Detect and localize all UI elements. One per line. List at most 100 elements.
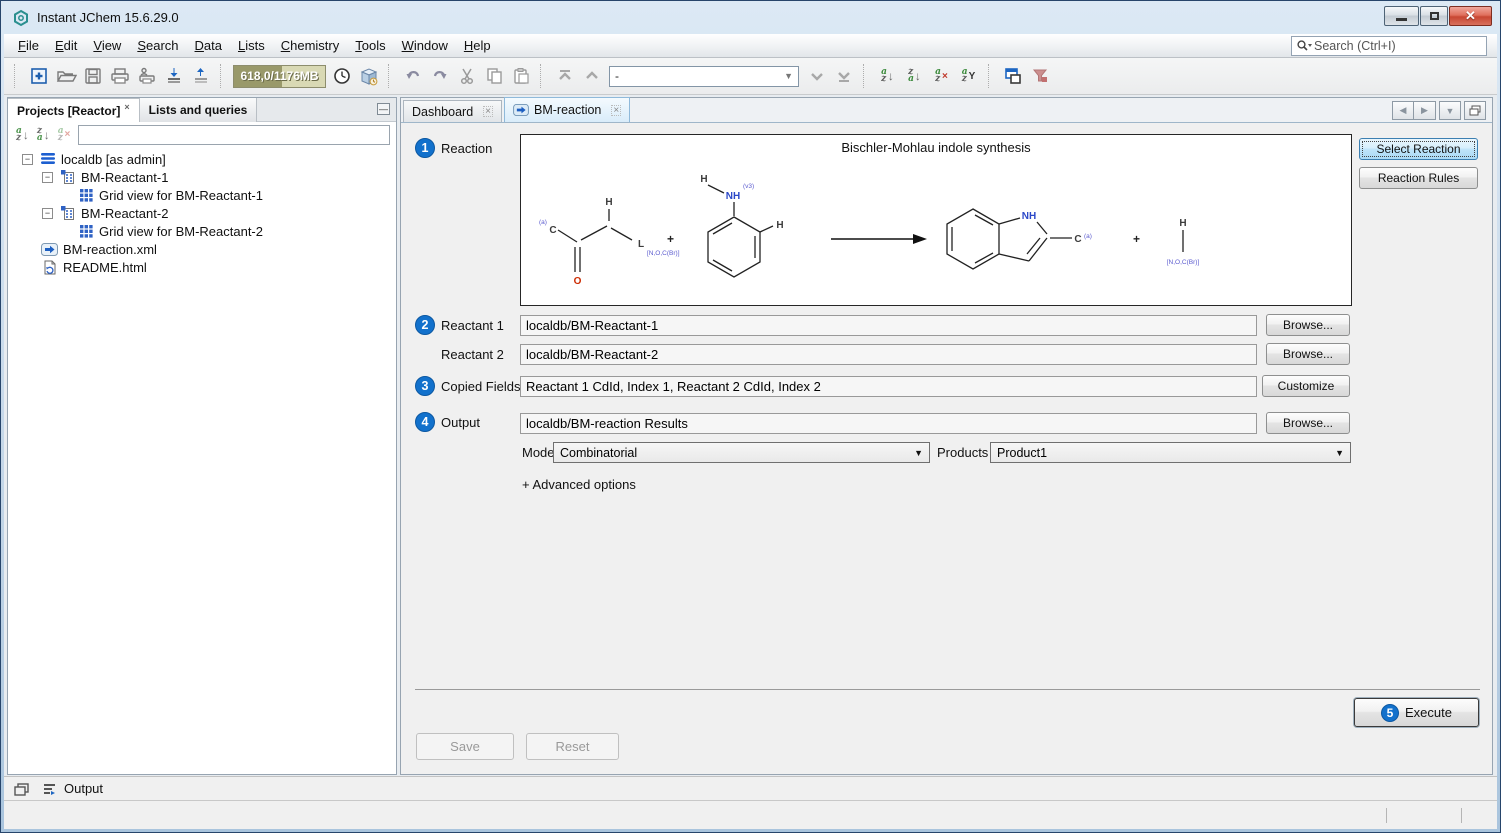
minimize-button[interactable] — [1384, 6, 1419, 26]
output-browse-button[interactable]: Browse... — [1266, 412, 1350, 434]
print-icon[interactable] — [106, 63, 133, 90]
search-input[interactable] — [1312, 38, 1482, 54]
reactant1-field[interactable] — [520, 315, 1257, 336]
close-tab-icon[interactable]: × — [611, 105, 621, 116]
reactant2-field[interactable] — [520, 344, 1257, 365]
menu-view[interactable]: View — [85, 35, 129, 56]
tab-bm-reaction[interactable]: BM-reaction × — [504, 97, 630, 122]
open-project-icon[interactable] — [52, 63, 79, 90]
custom-sort-icon[interactable]: azY — [955, 63, 982, 90]
tree-item-grid-view-1[interactable]: Grid view for BM-Reactant-1 — [8, 186, 396, 204]
products-label: Products — [937, 445, 988, 460]
output-window-tab[interactable]: Output — [64, 781, 103, 796]
memory-text: 618,0/1176MB — [234, 66, 325, 87]
clear-sort-icon[interactable]: az× — [928, 63, 955, 90]
close-button[interactable]: ✕ — [1449, 6, 1492, 26]
tree-item-readme-html[interactable]: README.html — [8, 258, 396, 276]
left-panel-tabs: Projects [Reactor] × Lists and queries — — [8, 98, 396, 122]
import-icon[interactable] — [160, 63, 187, 90]
tree-item-grid-view-2[interactable]: Grid view for BM-Reactant-2 — [8, 222, 396, 240]
scroll-tabs-right-icon[interactable]: ▶ — [1414, 101, 1436, 120]
record-selector[interactable]: - ▼ — [609, 66, 799, 87]
customize-button[interactable]: Customize — [1262, 375, 1350, 397]
clear-filter-icon[interactable] — [1026, 63, 1053, 90]
database-cube-icon[interactable] — [355, 63, 382, 90]
menu-data[interactable]: Data — [187, 35, 230, 56]
tree-item-bm-reactant-2[interactable]: − BM-Reactant-2 — [8, 204, 396, 222]
redo-icon[interactable] — [426, 63, 453, 90]
save-icon[interactable] — [79, 63, 106, 90]
svg-text:(a): (a) — [1084, 233, 1092, 240]
paste-icon[interactable] — [507, 63, 534, 90]
tree-item-bm-reactant-1[interactable]: − BM-Reactant-1 — [8, 168, 396, 186]
windows-icon[interactable] — [999, 63, 1026, 90]
collapse-icon[interactable]: − — [42, 172, 53, 183]
advanced-options-link[interactable]: + Advanced options — [522, 477, 636, 492]
cut-icon[interactable] — [453, 63, 480, 90]
execute-button[interactable]: 5 Execute — [1354, 698, 1479, 727]
menu-window[interactable]: Window — [394, 35, 456, 56]
tab-list-icon[interactable]: ▼ — [1439, 101, 1461, 120]
step-badge-4: 4 — [415, 412, 435, 432]
menu-edit[interactable]: Edit — [47, 35, 85, 56]
output-field[interactable] — [520, 413, 1257, 434]
reaction-scheme[interactable]: Bischler-Mohlau indole synthesis (a) C O… — [520, 134, 1352, 306]
reset-button[interactable]: Reset — [526, 733, 619, 760]
float-window-icon[interactable] — [14, 782, 30, 796]
tab-lists-and-queries[interactable]: Lists and queries — [140, 98, 258, 122]
export-icon[interactable] — [187, 63, 214, 90]
svg-text:L: L — [638, 239, 644, 250]
copied-fields-label: Copied Fields — [441, 379, 521, 394]
maximize-view-icon[interactable] — [1464, 101, 1486, 120]
sort-ascending-icon[interactable]: az↓ — [874, 63, 901, 90]
reactant1-browse-button[interactable]: Browse... — [1266, 314, 1350, 336]
close-tab-icon[interactable]: × — [483, 106, 493, 117]
minimize-panel-icon[interactable]: — — [377, 103, 390, 115]
sort-descending-icon[interactable]: za↓ — [901, 63, 928, 90]
memory-gauge[interactable]: 618,0/1176MB — [233, 65, 326, 88]
reaction-file-icon — [40, 242, 58, 256]
tree-item-localdb[interactable]: − localdb [as admin] — [8, 150, 396, 168]
tab-projects[interactable]: Projects [Reactor] × — [8, 98, 140, 122]
menu-chemistry[interactable]: Chemistry — [273, 35, 348, 56]
first-record-icon[interactable] — [551, 63, 578, 90]
scroll-tabs-left-icon[interactable]: ◀ — [1392, 101, 1414, 120]
sort-ascending-icon[interactable]: az↓ — [16, 128, 29, 142]
collapse-icon[interactable]: − — [22, 154, 33, 165]
previous-record-icon[interactable] — [578, 63, 605, 90]
svg-text:[N,O,C(Br)]: [N,O,C(Br)] — [1167, 259, 1200, 266]
menu-lists[interactable]: Lists — [230, 35, 273, 56]
menu-tools[interactable]: Tools — [347, 35, 393, 56]
app-frame: File Edit View Search Data Lists Chemist… — [4, 34, 1497, 829]
app-logo-icon — [12, 9, 30, 27]
products-combobox[interactable]: Product1 ▼ — [990, 442, 1351, 463]
select-reaction-button[interactable]: Select Reaction — [1359, 138, 1478, 160]
global-search[interactable] — [1291, 36, 1487, 56]
last-record-icon[interactable] — [830, 63, 857, 90]
output-window-icon[interactable] — [42, 782, 58, 796]
maximize-button[interactable] — [1420, 6, 1448, 26]
tab-dashboard[interactable]: Dashboard × — [403, 100, 502, 122]
reaction-rules-button[interactable]: Reaction Rules — [1359, 167, 1478, 189]
new-icon[interactable] — [25, 63, 52, 90]
copied-fields-field[interactable] — [520, 376, 1257, 397]
reactant2-browse-button[interactable]: Browse... — [1266, 343, 1350, 365]
tree-filter-input[interactable] — [78, 125, 390, 145]
collapse-icon[interactable]: − — [42, 208, 53, 219]
garbage-collect-clock-icon[interactable] — [328, 63, 355, 90]
print-preview-icon[interactable] — [133, 63, 160, 90]
tree-item-bm-reaction-xml[interactable]: BM-reaction.xml — [8, 240, 396, 258]
copy-icon[interactable] — [480, 63, 507, 90]
close-icon[interactable]: × — [124, 102, 129, 112]
title-bar[interactable]: Instant JChem 15.6.29.0 ✕ — [1, 1, 1500, 34]
sort-descending-icon[interactable]: za↓ — [37, 128, 50, 142]
save-button[interactable]: Save — [416, 733, 514, 760]
menu-file[interactable]: File — [10, 35, 47, 56]
clear-sort-icon[interactable]: az× — [58, 128, 71, 142]
mode-value: Combinatorial — [560, 446, 637, 460]
mode-combobox[interactable]: Combinatorial ▼ — [553, 442, 930, 463]
menu-search[interactable]: Search — [129, 35, 186, 56]
undo-icon[interactable] — [399, 63, 426, 90]
menu-help[interactable]: Help — [456, 35, 499, 56]
next-record-icon[interactable] — [803, 63, 830, 90]
